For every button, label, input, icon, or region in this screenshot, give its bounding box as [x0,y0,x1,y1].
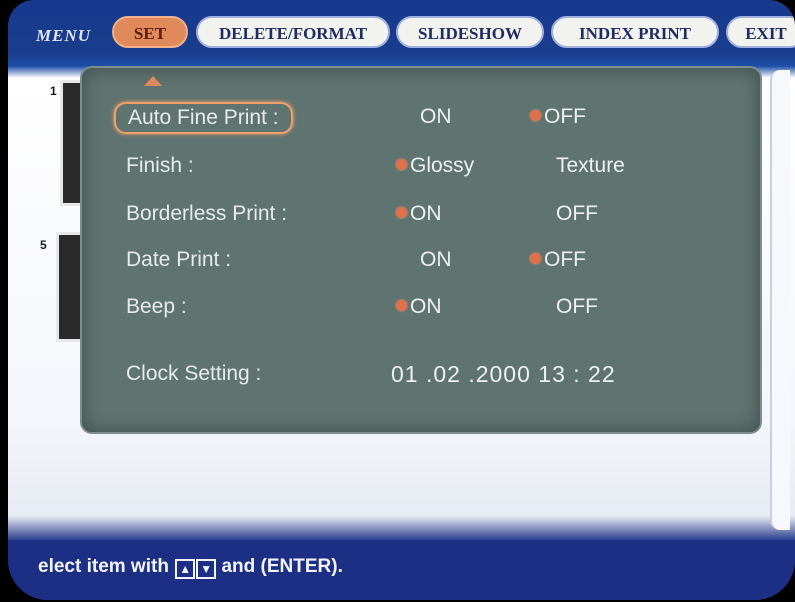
clock-setting-value[interactable]: 01 .02 .2000 13 : 22 [391,361,616,388]
date-print-off-option[interactable]: OFF [530,248,586,272]
down-arrow-key-icon: ▼ [196,559,217,579]
borderless-print-off-option[interactable]: OFF [556,202,598,226]
scrollbar[interactable] [770,70,790,530]
auto-fine-print-label[interactable]: Auto Fine Print : [114,102,293,134]
selected-dot-icon [396,207,407,218]
auto-fine-print-off-option[interactable]: OFF [530,105,586,129]
up-arrow-key-icon: ▲ [175,559,196,579]
menu-label: MENU [36,26,92,45]
finish-glossy-option[interactable]: Glossy [396,154,474,178]
clock-setting-label: Clock Setting : [126,362,262,385]
tab-set[interactable]: SET [112,16,188,48]
tab-index-print[interactable]: INDEX PRINT [551,16,719,48]
date-print-label: Date Print : [126,248,232,271]
status-hint: elect item with ▲ ▼ and (ENTER). [38,556,343,579]
borderless-print-on-option[interactable]: ON [396,202,442,226]
selected-dot-icon [396,159,407,170]
selected-dot-icon [530,253,541,264]
screen: MENU SET DELETE/FORMAT SLIDESHOW INDEX P… [8,0,795,600]
beep-label: Beep : [126,295,187,318]
selected-dot-icon [530,110,541,121]
selected-dot-icon [396,300,407,311]
finish-label: Finish : [126,154,194,177]
menu-bar: MENU SET DELETE/FORMAT SLIDESHOW INDEX P… [8,0,795,60]
tab-slideshow[interactable]: SLIDESHOW [396,16,544,48]
auto-fine-print-on-option[interactable]: ON [420,105,452,129]
thumbnail-number-1: 1 [50,84,57,98]
beep-off-option[interactable]: OFF [556,295,598,319]
borderless-print-label: Borderless Print : [126,202,288,225]
tab-exit[interactable]: EXIT [726,16,795,48]
tab-pointer-icon [144,76,162,86]
beep-on-option[interactable]: ON [396,295,442,319]
finish-texture-option[interactable]: Texture [556,154,625,178]
status-text-start: elect item with [38,556,169,577]
tab-delete-format[interactable]: DELETE/FORMAT [196,16,390,48]
status-text-end: and (ENTER). [221,556,343,577]
thumbnail-number-5: 5 [40,238,47,252]
date-print-on-option[interactable]: ON [420,248,452,272]
